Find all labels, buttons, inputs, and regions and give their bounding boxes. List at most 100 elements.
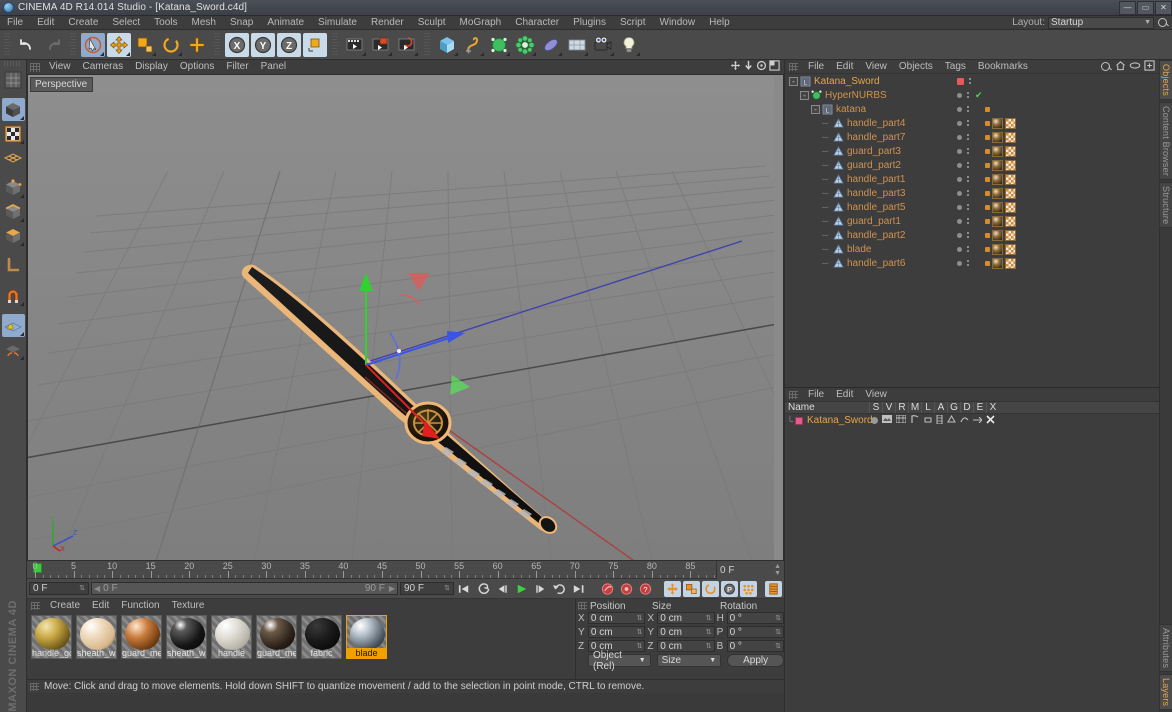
close-button[interactable]: ✕	[1155, 0, 1172, 15]
render-view-button[interactable]	[343, 33, 367, 57]
material-menu-function[interactable]: Function	[115, 599, 165, 612]
viewport-menu-display[interactable]: Display	[129, 60, 174, 74]
timeline-ruler[interactable]: 051015202530354045505560657075808590 0 F…	[27, 561, 784, 579]
go-to-end-button[interactable]	[570, 581, 587, 597]
light-button[interactable]	[617, 33, 641, 57]
search-icon[interactable]	[1100, 61, 1112, 73]
rotation-h-field[interactable]: 0 ° ⇅	[726, 612, 784, 624]
visibility-editor-dot[interactable]	[957, 190, 962, 196]
record-active-object-button[interactable]	[599, 581, 616, 597]
visibility-editor-dot[interactable]	[957, 148, 962, 154]
expander-toggle-icon[interactable]: -	[789, 76, 798, 86]
timeline-toggle-button[interactable]	[765, 580, 782, 597]
small-tag-icon[interactable]	[985, 176, 990, 182]
apply-button[interactable]: Apply	[727, 654, 784, 667]
uvw-tag-icon[interactable]	[1005, 131, 1016, 143]
viewport-grip[interactable]	[30, 62, 40, 72]
object-tree-row[interactable]: ─ handle_part4	[785, 116, 1159, 130]
rotate-tool-button[interactable]	[159, 33, 183, 57]
visibility-render-dots[interactable]	[967, 246, 969, 252]
visibility-render-dots[interactable]	[967, 190, 969, 196]
object-visibility-dots[interactable]	[957, 260, 969, 266]
uvw-tag-icon[interactable]	[1005, 257, 1016, 269]
search-icon[interactable]	[1157, 17, 1169, 29]
material-tag-icon[interactable]	[992, 243, 1003, 255]
material-tag-icon[interactable]	[992, 257, 1003, 269]
small-tag-icon[interactable]	[985, 260, 990, 266]
material-tag-icon[interactable]	[992, 187, 1003, 199]
eye-icon[interactable]	[1129, 60, 1141, 74]
zoom-camera-icon[interactable]	[756, 60, 767, 74]
axis-x-button[interactable]: X	[225, 32, 249, 57]
visibility-render-dots[interactable]	[967, 92, 969, 98]
workplane-icon[interactable]	[2, 338, 25, 361]
small-tag-icon[interactable]	[985, 204, 990, 210]
size-z-field[interactable]: 0 cm ⇅	[657, 640, 715, 652]
visibility-render-dots[interactable]	[967, 176, 969, 182]
visibility-render-dots[interactable]	[967, 120, 969, 126]
object-visibility-dots[interactable]	[957, 218, 969, 224]
visibility-editor-dot[interactable]	[957, 162, 962, 168]
layer-row[interactable]: └ Katana_Sword	[785, 414, 1159, 427]
small-tag-icon[interactable]	[985, 162, 990, 168]
scale-tool-button[interactable]	[133, 33, 157, 57]
uvw-tag-icon[interactable]	[1005, 229, 1016, 241]
object-tree-row[interactable]: ─ handle_part3	[785, 186, 1159, 200]
object-visibility-dots[interactable]	[957, 106, 969, 112]
layer-animation-icon[interactable]	[936, 414, 943, 427]
palette-grip[interactable]	[4, 61, 22, 66]
spinner-icon[interactable]: ▲ ▼	[774, 563, 781, 577]
toolbar-grip-3[interactable]	[214, 32, 220, 57]
object-tree-row[interactable]: - HyperNURBS ✔	[785, 88, 1159, 102]
current-frame-field[interactable]: 0 F ⇅	[29, 582, 89, 595]
vtab-content-browser[interactable]: Content Browser	[1159, 101, 1172, 180]
axis-y-button[interactable]: Y	[251, 32, 275, 57]
visibility-editor-dot[interactable]	[957, 106, 962, 112]
menu-help[interactable]: Help	[702, 16, 737, 30]
vtab-attributes[interactable]: Attributes	[1159, 623, 1172, 672]
visibility-render-dots[interactable]	[967, 260, 969, 266]
layermgr-menu-file[interactable]: File	[802, 388, 830, 402]
object-tree-row[interactable]: - Lkatana	[785, 102, 1159, 116]
visibility-render-dots[interactable]	[967, 134, 969, 140]
object-tree-row[interactable]: ─ handle_part6	[785, 256, 1159, 270]
autokeying-button[interactable]	[618, 581, 635, 597]
toolbar-grip-4[interactable]	[332, 32, 338, 57]
layer-expression-icon[interactable]	[973, 415, 983, 426]
viewport-menu-options[interactable]: Options	[174, 60, 220, 74]
menu-mograph[interactable]: MoGraph	[453, 16, 509, 30]
visibility-render-dots[interactable]	[967, 162, 969, 168]
small-tag-icon[interactable]	[985, 148, 990, 154]
visibility-render-dots[interactable]	[969, 78, 971, 84]
material-item[interactable]: sheath_wo	[76, 615, 117, 659]
material-item-selected[interactable]: blade	[346, 615, 387, 659]
objmgr-menu-file[interactable]: File	[802, 60, 830, 74]
render-settings-button[interactable]	[395, 33, 419, 57]
minimize-button[interactable]: —	[1119, 0, 1136, 15]
spinner-icon[interactable]: ⇅	[79, 585, 85, 592]
play-backwards-button[interactable]	[475, 581, 492, 597]
layer-solo-icon[interactable]	[871, 417, 878, 424]
expander-toggle-icon[interactable]: -	[800, 90, 809, 100]
menu-sculpt[interactable]: Sculpt	[411, 16, 453, 30]
object-visibility-dots[interactable]	[957, 162, 969, 168]
step-forward-button[interactable]	[532, 581, 549, 597]
menu-animate[interactable]: Animate	[260, 16, 311, 30]
object-visibility-dots[interactable]	[957, 204, 969, 210]
rotation-p-field[interactable]: 0 ° ⇅	[726, 626, 784, 638]
uvw-tag-icon[interactable]	[1005, 117, 1016, 129]
coordinate-mode-dropdown[interactable]: Object (Rel) ▼	[588, 650, 651, 672]
uvw-tag-icon[interactable]	[1005, 145, 1016, 157]
redo-button[interactable]	[41, 33, 65, 57]
visibility-editor-dot[interactable]	[957, 204, 962, 210]
material-item[interactable]: fabric	[301, 615, 342, 659]
object-visibility-dots[interactable]	[957, 246, 969, 252]
layer-visible-icon[interactable]	[882, 415, 892, 426]
uvw-tag-icon[interactable]	[1005, 173, 1016, 185]
layer-color-swatch[interactable]	[795, 416, 803, 425]
world-coordinates-button[interactable]	[303, 32, 327, 57]
object-mode-icon[interactable]	[1, 98, 25, 121]
object-tree-row[interactable]: ─ guard_part1	[785, 214, 1159, 228]
spinner-icon[interactable]: ⇅	[706, 642, 712, 650]
move-tool-button[interactable]	[107, 32, 131, 57]
